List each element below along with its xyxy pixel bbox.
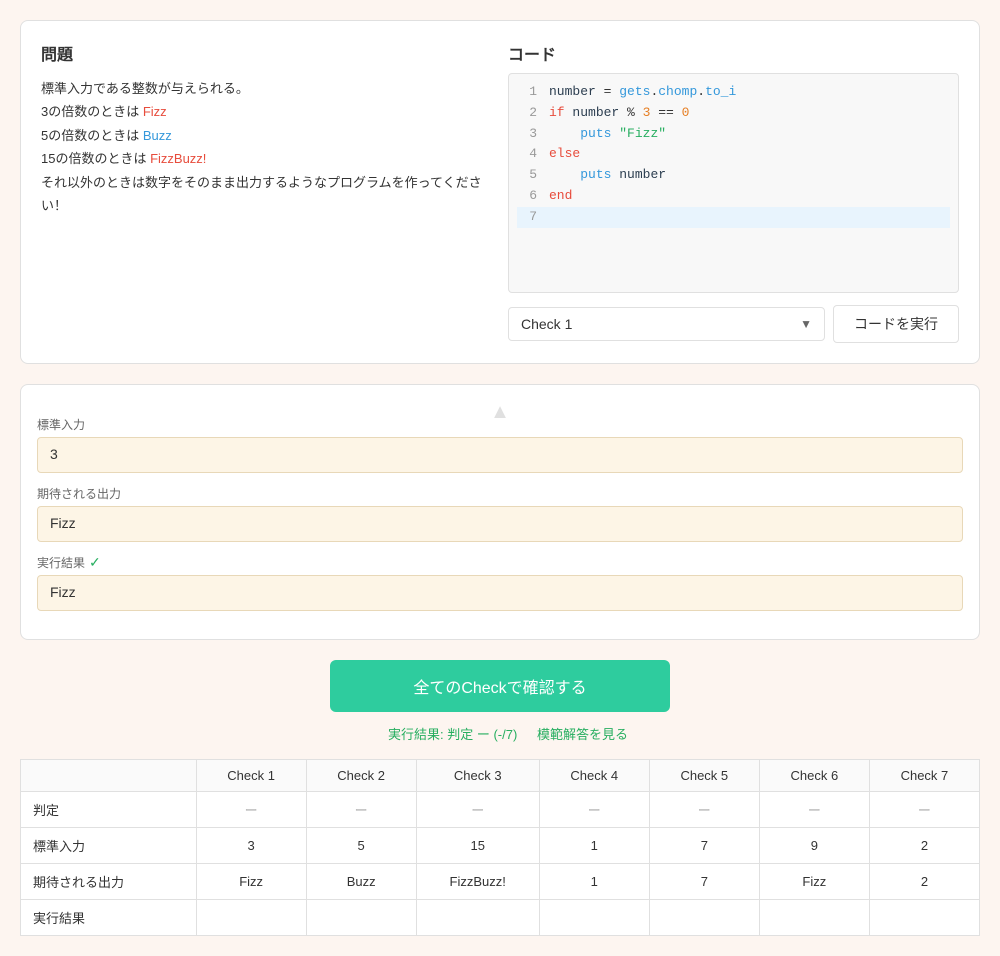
table-cell-1-6: 2 [869,828,979,864]
table-row: 期待される出力FizzBuzzFizzBuzz!17Fizz2 [21,864,980,900]
table-cell-3-4 [649,900,759,936]
stdin-field: 標準入力 3 [37,416,963,473]
code-editor[interactable]: 1 number = gets.chomp.to_i 2 if number %… [508,73,959,293]
table-row-label-3: 実行結果 [21,900,197,936]
table-cell-3-0 [196,900,306,936]
table-row: 標準入力35151792 [21,828,980,864]
table-cell-1-3: 1 [539,828,649,864]
code-panel-title: コード [508,41,959,65]
fizz-text: Fizz [143,104,167,119]
results-table: Check 1 Check 2 Check 3 Check 4 Check 5 … [20,759,980,936]
result-label: 実行結果 ✓ [37,554,963,571]
table-cell-1-4: 7 [649,828,759,864]
result-summary-text: 実行結果: 判定 ー (-/7) [388,727,517,742]
table-cell-0-1: ー [306,792,416,828]
code-panel: コード 1 number = gets.chomp.to_i 2 if numb… [508,41,959,343]
table-cell-3-1 [306,900,416,936]
expected-label: 期待される出力 [37,485,963,502]
result-summary: 実行結果: 判定 ー (-/7) 模範解答を見る [20,724,980,743]
code-line-5: 5 puts number [517,165,950,186]
chevron-down-icon: ▼ [800,317,812,331]
table-cell-0-3: ー [539,792,649,828]
stdin-value: 3 [37,437,963,473]
run-button[interactable]: コードを実行 [833,305,959,343]
table-row: 判定ーーーーーーー [21,792,980,828]
code-line-7: 7 [517,207,950,228]
result-field: 実行結果 ✓ Fizz [37,554,963,611]
model-answer-link[interactable]: 模範解答を見る [537,727,628,742]
table-header-check6: Check 6 [759,760,869,792]
buzz-text: Buzz [143,128,172,143]
table-cell-0-6: ー [869,792,979,828]
check-ok-icon: ✓ [89,554,101,571]
table-cell-1-5: 9 [759,828,869,864]
page-container: 問題 標準入力である整数が与えられる。 3の倍数のときは Fizz 5の倍数のと… [0,0,1000,956]
table-cell-3-2 [416,900,539,936]
table-cell-2-5: Fizz [759,864,869,900]
check-row: Check 1 ▼ コードを実行 [508,305,959,343]
code-line-2: 2 if number % 3 == 0 [517,103,950,124]
table-row-label-1: 標準入力 [21,828,197,864]
table-cell-2-2: FizzBuzz! [416,864,539,900]
check-selector[interactable]: Check 1 ▼ [508,307,825,341]
check-details-panel: ▲ 標準入力 3 期待される出力 Fizz 実行結果 ✓ Fizz [20,384,980,640]
table-header-check5: Check 5 [649,760,759,792]
table-cell-2-4: 7 [649,864,759,900]
table-cell-2-1: Buzz [306,864,416,900]
table-cell-3-3 [539,900,649,936]
table-cell-0-0: ー [196,792,306,828]
problem-panel: 問題 標準入力である整数が与えられる。 3の倍数のときは Fizz 5の倍数のと… [41,41,492,343]
check-select-label: Check 1 [521,316,572,332]
expected-field: 期待される出力 Fizz [37,485,963,542]
table-header-check3: Check 3 [416,760,539,792]
table-header-check2: Check 2 [306,760,416,792]
result-value: Fizz [37,575,963,611]
code-line-4: 4 else [517,144,950,165]
table-header-check7: Check 7 [869,760,979,792]
table-row-label-2: 期待される出力 [21,864,197,900]
table-cell-1-0: 3 [196,828,306,864]
confirm-all-button[interactable]: 全てのCheckで確認する [330,660,670,712]
table-row: 実行結果 [21,900,980,936]
problem-text: 標準入力である整数が与えられる。 3の倍数のときは Fizz 5の倍数のときは … [41,77,492,217]
table-cell-3-5 [759,900,869,936]
expected-value: Fizz [37,506,963,542]
fizzbuzz-text: FizzBuzz! [150,151,206,166]
code-line-3: 3 puts "Fizz" [517,124,950,145]
table-header-empty [21,760,197,792]
code-line-1: 1 number = gets.chomp.to_i [517,82,950,103]
problem-title: 問題 [41,41,492,65]
table-cell-1-1: 5 [306,828,416,864]
table-header-check4: Check 4 [539,760,649,792]
code-line-6: 6 end [517,186,950,207]
table-cell-2-6: 2 [869,864,979,900]
table-cell-2-0: Fizz [196,864,306,900]
table-cell-0-2: ー [416,792,539,828]
table-header-check1: Check 1 [196,760,306,792]
table-row-label-0: 判定 [21,792,197,828]
table-cell-2-3: 1 [539,864,649,900]
table-cell-0-5: ー [759,792,869,828]
table-cell-1-2: 15 [416,828,539,864]
table-cell-0-4: ー [649,792,759,828]
table-cell-3-6 [869,900,979,936]
top-panels: 問題 標準入力である整数が与えられる。 3の倍数のときは Fizz 5の倍数のと… [20,20,980,364]
table-header-row: Check 1 Check 2 Check 3 Check 4 Check 5 … [21,760,980,792]
